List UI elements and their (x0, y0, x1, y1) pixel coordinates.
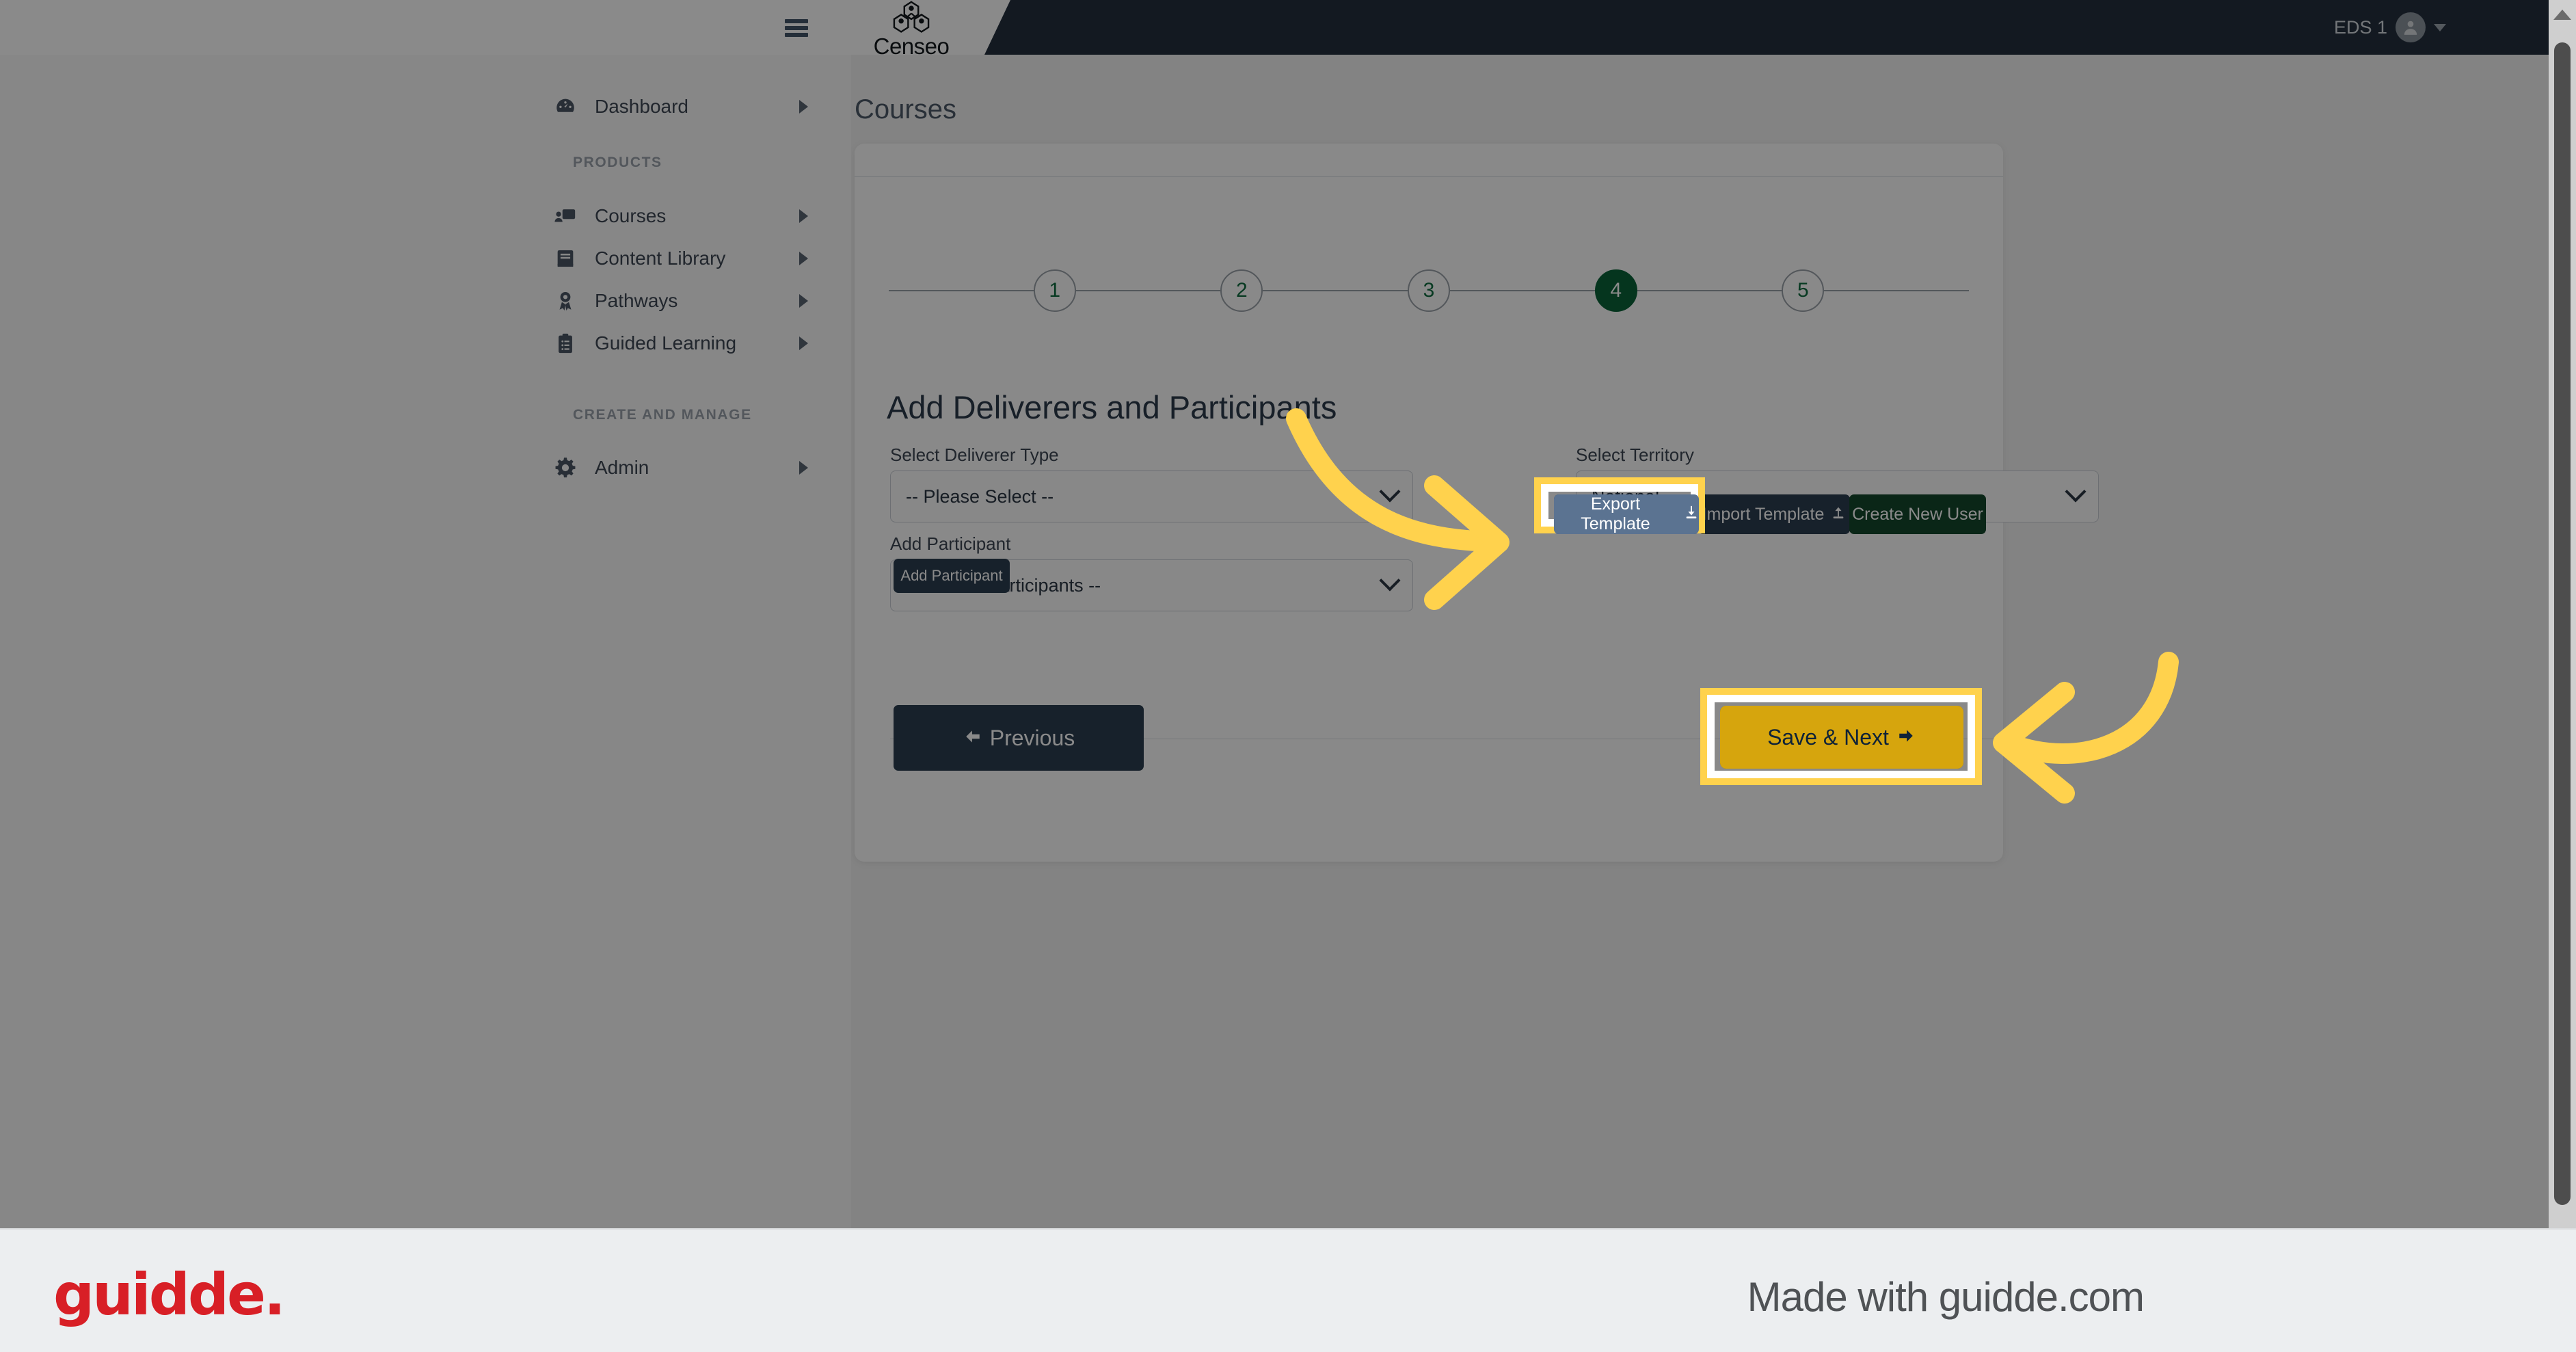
screenshot-root: Dashboard PRODUCTS Courses Content Libra… (0, 0, 2576, 1352)
sidebar-item-label: Content Library (595, 248, 726, 269)
step-connector (1637, 290, 1782, 291)
award-ribbon-icon (554, 289, 577, 313)
vertical-scrollbar[interactable] (2549, 0, 2576, 1228)
clipboard-list-icon (554, 332, 577, 355)
sidebar-item-dashboard[interactable]: Dashboard (554, 85, 808, 129)
censeo-hexagon-logo-icon (889, 1, 934, 36)
sidebar-item-label: Admin (595, 457, 649, 478)
user-name: EDS 1 (2333, 16, 2387, 38)
card-top-divider (855, 176, 2003, 177)
step-connector (889, 290, 1034, 291)
step-1[interactable]: 1 (1033, 269, 1076, 312)
step-5[interactable]: 5 (1782, 269, 1825, 312)
sidebar-item-label: Pathways (595, 290, 678, 311)
gear-icon (554, 456, 577, 479)
sidebar-item-content-library[interactable]: Content Library (554, 237, 808, 280)
add-participant-label: Add Participant (890, 533, 1011, 554)
step-connector (1450, 290, 1595, 291)
upload-icon (1831, 505, 1846, 525)
export-template-label: Export Template (1581, 494, 1650, 533)
brand-logo[interactable]: Censeo (850, 1, 973, 59)
step-2[interactable]: 2 (1220, 269, 1263, 312)
arrow-right-icon (1896, 725, 1916, 750)
chevron-right-icon (799, 294, 808, 308)
brand-name: Censeo (873, 34, 950, 59)
sidebar-section-create-and-manage: CREATE AND MANAGE (573, 407, 752, 423)
step-connector (1824, 290, 1970, 291)
add-participant-button-label: Add Participant (900, 567, 1003, 584)
sidebar-item-admin[interactable]: Admin (554, 446, 808, 490)
sidebar-item-courses[interactable]: Courses (554, 194, 808, 238)
page-title: Courses (855, 94, 956, 124)
guidde-logo: guidde. (53, 1261, 286, 1328)
step-connector (1075, 290, 1221, 291)
territory-label: Select Territory (1576, 445, 1694, 465)
guidde-footer: guidde. Made with guidde.com (0, 1228, 2576, 1352)
chevron-down-icon (1379, 570, 1401, 592)
hamburger-icon[interactable] (785, 19, 808, 37)
chevron-right-icon (799, 209, 808, 223)
chevron-down-icon[interactable] (2434, 23, 2446, 31)
form-heading: Add Deliverers and Participants (887, 389, 1337, 425)
dashboard-gauge-icon (554, 95, 577, 118)
save-next-label: Save & Next (1767, 724, 1889, 750)
create-new-user-label: Create New User (1852, 504, 1983, 524)
main-content: Courses 1 2 3 4 5 Add Deliverers and Par… (851, 55, 2549, 1228)
scrollbar-thumb[interactable] (2554, 42, 2571, 1205)
import-template-label: Import Template (1702, 504, 1825, 524)
arrow-left-icon (963, 726, 983, 751)
sidebar: Dashboard PRODUCTS Courses Content Libra… (0, 55, 851, 1228)
deliverer-type-label: Select Deliverer Type (890, 445, 1059, 465)
chevron-down-icon (2065, 481, 2087, 503)
sidebar-item-guided-learning[interactable]: Guided Learning (554, 321, 808, 365)
sidebar-item-label: Guided Learning (595, 332, 737, 354)
scroll-up-arrow-icon[interactable] (2553, 10, 2571, 20)
top-bar: Censeo EDS 1 (0, 0, 2576, 59)
sidebar-item-pathways[interactable]: Pathways (554, 279, 808, 323)
wizard-stepper: 1 2 3 4 5 (889, 267, 1970, 315)
deliverer-type-select[interactable]: -- Please Select -- (890, 470, 1413, 522)
download-icon (1684, 505, 1699, 525)
made-with-guidde-text: Made with guidde.com (1747, 1274, 2145, 1320)
create-new-user-button[interactable]: Create New User (1849, 494, 1986, 534)
step-3[interactable]: 3 (1408, 269, 1451, 312)
sidebar-item-label: Dashboard (595, 96, 688, 117)
import-template-button[interactable]: Import Template (1698, 494, 1850, 534)
chevron-down-icon (1379, 481, 1401, 503)
save-next-button-highlighted[interactable]: Save & Next (1720, 706, 1963, 769)
chevron-right-icon (799, 336, 808, 350)
chevron-right-icon (799, 100, 808, 114)
add-participant-button[interactable]: Add Participant (894, 559, 1010, 593)
user-avatar-icon (2396, 12, 2426, 42)
chevron-right-icon (799, 461, 808, 475)
user-menu[interactable]: EDS 1 (2334, 0, 2446, 55)
courses-presentation-icon (554, 204, 577, 228)
step-connector (1263, 290, 1408, 291)
step-4-active[interactable]: 4 (1594, 269, 1637, 312)
export-template-button-highlighted[interactable]: Export Template (1554, 494, 1699, 534)
book-icon (554, 247, 577, 270)
previous-label: Previous (989, 725, 1075, 750)
sidebar-section-products: PRODUCTS (573, 155, 662, 170)
chevron-right-icon (799, 252, 808, 265)
deliverer-type-value: -- Please Select -- (906, 486, 1054, 507)
previous-button[interactable]: Previous (894, 705, 1144, 771)
application-area: Dashboard PRODUCTS Courses Content Libra… (0, 0, 2576, 1228)
sidebar-item-label: Courses (595, 205, 667, 226)
